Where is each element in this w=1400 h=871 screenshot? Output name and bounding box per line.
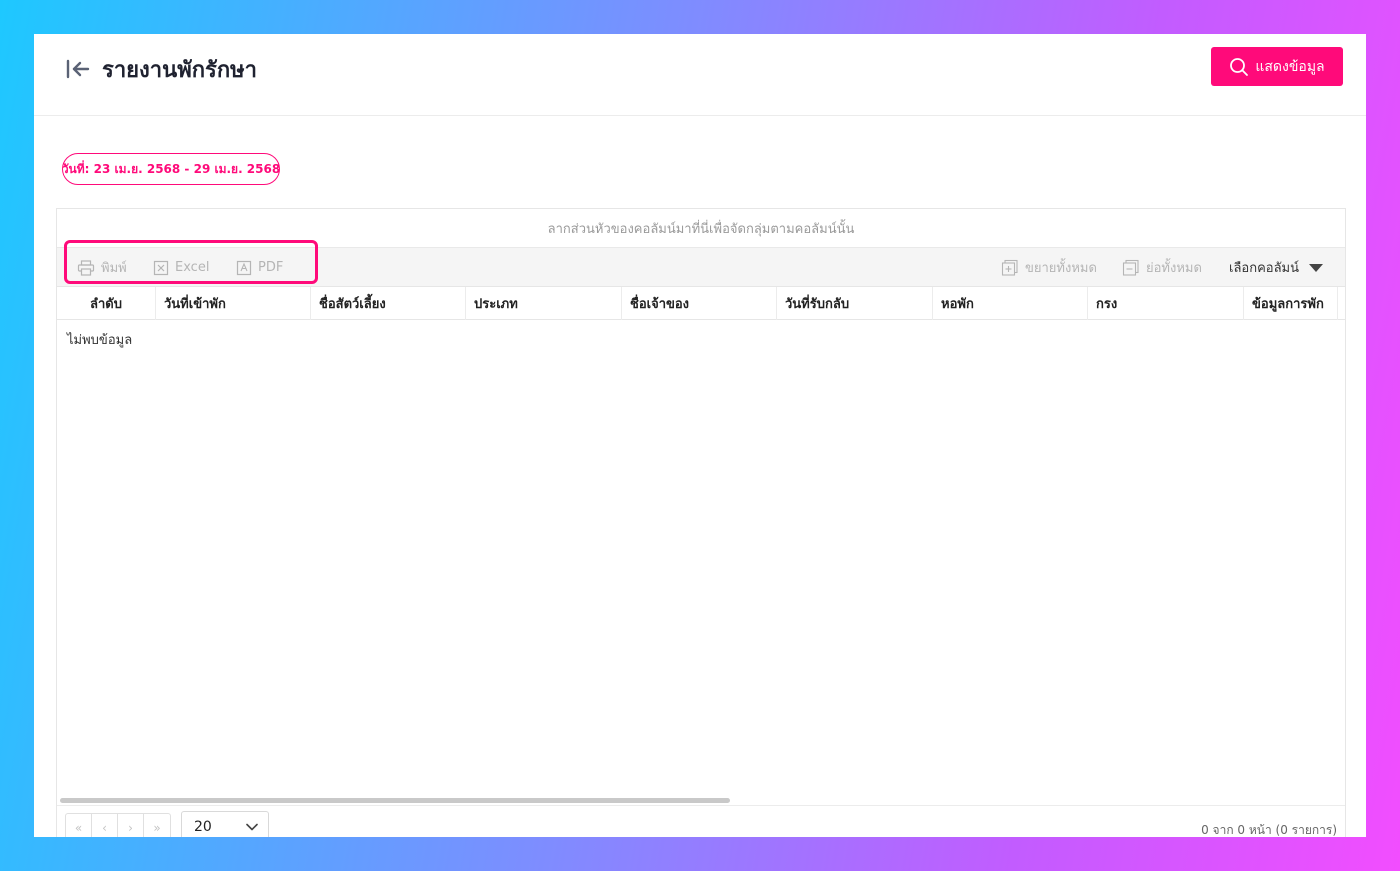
page-info: 0 จาก 0 หน้า (0 รายการ) bbox=[1201, 823, 1337, 837]
pdf-file-icon bbox=[236, 260, 252, 275]
group-panel[interactable]: ลากส่วนหัวของคอลัมน์มาที่นี่เพื่อจัดกลุ่… bbox=[57, 209, 1345, 248]
search-icon bbox=[1230, 57, 1249, 76]
pdf-label: PDF bbox=[258, 260, 284, 275]
horizontal-scrollbar[interactable] bbox=[60, 798, 730, 803]
report-window: รายงานพักรักษา แสดงข้อมูล วันที่: 23 เม.… bbox=[34, 34, 1366, 837]
data-grid: ลากส่วนหัวของคอลัมน์มาที่นี่เพื่อจัดกลุ่… bbox=[56, 208, 1346, 837]
page-size-value: 20 bbox=[194, 819, 212, 835]
expand-plus-icon bbox=[1001, 259, 1018, 276]
collapse-minus-icon bbox=[1122, 259, 1139, 276]
empty-message: ไม่พบข้อมูล bbox=[67, 333, 133, 348]
grid-toolbar: พิมพ์ Excel PDF ขยายทั้งหมด ย่อทั้งหมด เ… bbox=[57, 248, 1345, 287]
excel-label: Excel bbox=[175, 260, 210, 275]
collapse-all-label: ย่อทั้งหมด bbox=[1146, 261, 1202, 276]
column-header-pet-name[interactable]: ชื่อสัตว์เลี้ยง bbox=[311, 287, 466, 320]
caret-down-icon bbox=[1309, 263, 1324, 272]
next-page-button[interactable]: › bbox=[118, 814, 144, 837]
column-header-type[interactable]: ประเภท bbox=[466, 287, 622, 320]
column-header-pickup-date[interactable]: วันที่รับกลับ bbox=[777, 287, 933, 320]
printer-icon bbox=[77, 259, 95, 276]
column-header-owner-name[interactable]: ชื่อเจ้าของ bbox=[622, 287, 777, 320]
prev-page-button[interactable]: ‹ bbox=[92, 814, 118, 837]
show-data-button[interactable]: แสดงข้อมูล bbox=[1211, 47, 1343, 86]
print-button[interactable]: พิมพ์ bbox=[77, 248, 127, 287]
scrollbar-track bbox=[57, 805, 1345, 806]
first-page-button[interactable]: « bbox=[66, 814, 92, 837]
column-chooser-dropdown[interactable]: เลือกคอลัมน์ bbox=[1229, 248, 1324, 287]
show-data-label: แสดงข้อมูล bbox=[1255, 58, 1325, 75]
collapse-all-button[interactable]: ย่อทั้งหมด bbox=[1122, 248, 1202, 287]
column-chooser-label: เลือกคอลัมน์ bbox=[1229, 261, 1300, 276]
page-header: รายงานพักรักษา แสดงข้อมูล bbox=[34, 34, 1366, 116]
collapse-back-button[interactable] bbox=[64, 58, 92, 80]
excel-file-icon bbox=[153, 260, 169, 275]
last-page-button[interactable]: » bbox=[144, 814, 170, 837]
excel-export-button[interactable]: Excel bbox=[153, 248, 209, 287]
chevron-down-icon bbox=[246, 823, 258, 831]
column-header-no[interactable]: ลำดับ bbox=[57, 287, 156, 320]
pdf-export-button[interactable]: PDF bbox=[236, 248, 283, 287]
table-header-row: ลำดับ วันที่เข้าพัก ชื่อสัตว์เลี้ยง ประเ… bbox=[57, 287, 1345, 320]
expand-all-button[interactable]: ขยายทั้งหมด bbox=[1001, 248, 1097, 287]
column-header-cage[interactable]: กรง bbox=[1088, 287, 1244, 320]
page-size-select[interactable]: 20 bbox=[181, 811, 269, 837]
pagination-controls: « ‹ › » bbox=[65, 813, 171, 837]
column-header-ward[interactable]: หอพัก bbox=[933, 287, 1088, 320]
expand-all-label: ขยายทั้งหมด bbox=[1025, 261, 1097, 276]
date-range-badge[interactable]: วันที่: 23 เม.ย. 2568 - 29 เม.ย. 2568 bbox=[62, 153, 280, 185]
print-label: พิมพ์ bbox=[101, 261, 127, 276]
column-header-stay-info[interactable]: ข้อมูลการพัก bbox=[1244, 287, 1338, 320]
column-header-checkin-date[interactable]: วันที่เข้าพัก bbox=[156, 287, 311, 320]
arrow-left-bar-icon bbox=[66, 59, 90, 79]
page-title: รายงานพักรักษา bbox=[102, 58, 258, 83]
